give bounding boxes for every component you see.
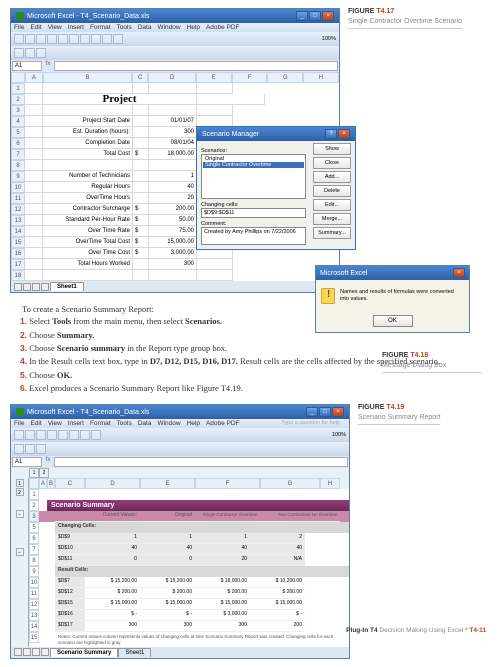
cut-icon[interactable] [58, 34, 68, 44]
merge-button[interactable]: Merge... [313, 213, 351, 225]
page-footer: Plug-In T4 Decision Making Using Excel *… [346, 627, 486, 634]
titlebar: Microsoft Excel - T4_Scenario_Data.xls _… [11, 9, 339, 23]
maximize-button[interactable]: □ [309, 11, 321, 21]
comment-field: Created by Amy Phillips on 7/22/2006 [201, 227, 306, 245]
close-button[interactable]: × [322, 11, 334, 21]
pdf-icon[interactable] [25, 48, 35, 58]
print-icon[interactable] [47, 34, 57, 44]
excel-icon [16, 408, 24, 416]
paste-icon[interactable] [80, 430, 90, 440]
formula-bar: A1 fx [11, 60, 339, 72]
zoom-indicator[interactable]: 100% [322, 36, 336, 42]
column-headers: A B C D E F G H [11, 72, 339, 83]
outline-bar: 1 2 [11, 468, 349, 478]
list-item[interactable]: Single Contractor Overtime [203, 162, 304, 168]
dialog-title: Microsoft Excel [320, 270, 367, 277]
toolbar2[interactable] [11, 442, 349, 456]
new-icon[interactable] [14, 430, 24, 440]
tab-nav-prev-icon[interactable] [23, 283, 31, 291]
print-icon[interactable] [47, 430, 57, 440]
sheet-tab[interactable]: Scenario Summary [50, 648, 118, 657]
copy-icon[interactable] [69, 34, 79, 44]
toolbar[interactable]: 100% [11, 428, 349, 442]
sheet-tabs: Sheet1 [11, 281, 339, 292]
tab-nav-last-icon[interactable] [41, 648, 49, 656]
paste-icon[interactable] [80, 34, 90, 44]
menubar[interactable]: FileEditViewInsertFormatToolsDataWindowH… [11, 23, 339, 32]
sheet-tab[interactable]: Sheet1 [50, 282, 84, 291]
dialog-title: Scenario Manager [202, 131, 259, 138]
scenarios-list[interactable]: Original Single Contractor Overtime [201, 154, 306, 199]
close-button[interactable]: × [332, 407, 344, 417]
cell-reference[interactable]: A1 [12, 457, 42, 467]
add-button[interactable]: Add... [313, 171, 351, 183]
close-button[interactable]: Close [313, 157, 351, 169]
figure-caption: FIGURE T4.18 Message Dialog Box [382, 352, 482, 377]
formula-input[interactable] [54, 457, 348, 467]
show-button[interactable]: Show [313, 143, 351, 155]
summary-button[interactable]: Summary... [313, 227, 351, 239]
open-icon[interactable] [25, 430, 35, 440]
new-icon[interactable] [14, 34, 24, 44]
fx-icon[interactable]: fx [42, 457, 54, 467]
fx-icon[interactable]: fx [42, 61, 54, 71]
cut-icon[interactable] [58, 430, 68, 440]
close-button[interactable]: × [453, 268, 465, 278]
excel-window-fig1: Microsoft Excel - T4_Scenario_Data.xls _… [10, 8, 340, 293]
edit-button[interactable]: Edit... [313, 199, 351, 211]
tab-nav-prev-icon[interactable] [23, 648, 31, 656]
pdf-icon[interactable] [36, 444, 46, 454]
cell-reference[interactable]: A1 [12, 61, 42, 71]
outline-level-1[interactable]: 1 [29, 468, 39, 478]
message-text: Names and results of formulas were conve… [340, 289, 464, 302]
minimize-button[interactable]: _ [296, 11, 308, 21]
open-icon[interactable] [25, 34, 35, 44]
window-title: Microsoft Excel - T4_Scenario_Data.xls [27, 13, 296, 20]
sheet-tab[interactable]: Sheet1 [118, 648, 151, 657]
tab-nav-last-icon[interactable] [41, 283, 49, 291]
tab-nav-next-icon[interactable] [32, 648, 40, 656]
redo-icon[interactable] [102, 34, 112, 44]
toolbar2[interactable] [11, 46, 339, 60]
copy-icon[interactable] [69, 430, 79, 440]
save-icon[interactable] [36, 430, 46, 440]
warning-icon [321, 288, 335, 304]
figure-caption: FIGURE FIGURE T4.17T4.17 Single Contract… [348, 8, 462, 293]
pdf-icon[interactable] [36, 48, 46, 58]
close-button[interactable]: × [338, 129, 350, 139]
zoom-indicator[interactable]: 100% [332, 432, 346, 438]
scenario-summary: 1 2Scenario Summary 3 Current Values: Or… [29, 489, 349, 647]
excel-icon [16, 12, 24, 20]
pdf-icon[interactable] [14, 48, 24, 58]
help-button[interactable]: ? [325, 129, 337, 139]
undo-icon[interactable] [91, 430, 101, 440]
tab-nav-next-icon[interactable] [32, 283, 40, 291]
menubar[interactable]: FileEditViewInsertFormatToolsDataWindowH… [11, 419, 349, 428]
help-prompt[interactable]: Type a question for help [281, 420, 340, 426]
delete-button[interactable]: Delete [313, 185, 351, 197]
message-dialog: Microsoft Excel × Names and results of f… [315, 265, 470, 333]
tab-nav-first-icon[interactable] [14, 283, 22, 291]
changing-cells-field: $D$9:$D$11 [201, 208, 306, 218]
maximize-button[interactable]: □ [319, 407, 331, 417]
outline-level-2[interactable]: 2 [39, 468, 49, 478]
excel-window-fig3: Microsoft Excel - T4_Scenario_Data.xls _… [10, 404, 350, 659]
undo-icon[interactable] [91, 34, 101, 44]
summary-title: Scenario Summary [47, 500, 349, 511]
minimize-button[interactable]: _ [306, 407, 318, 417]
toolbar[interactable]: 100% [11, 32, 339, 46]
tab-nav-first-icon[interactable] [14, 648, 22, 656]
pdf-icon[interactable] [14, 444, 24, 454]
save-icon[interactable] [36, 34, 46, 44]
window-title: Microsoft Excel - T4_Scenario_Data.xls [27, 409, 306, 416]
formula-input[interactable] [54, 61, 338, 71]
outline-side[interactable]: 1 2 - - [11, 478, 29, 647]
row-headers: 123456789101112131415161718 [11, 83, 25, 281]
sort-icon[interactable] [113, 34, 123, 44]
ok-button[interactable]: OK [373, 315, 413, 327]
pdf-icon[interactable] [25, 444, 35, 454]
scenario-manager-dialog: Scenario Manager ? × Scenarios: Original… [196, 126, 356, 250]
figure-caption: FIGURE T4.19 Scenario Summary Report [358, 404, 440, 659]
